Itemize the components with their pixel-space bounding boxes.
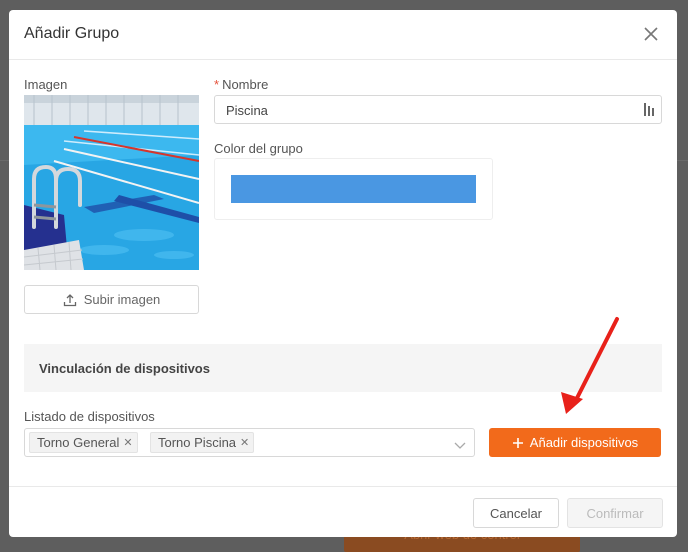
confirm-button: Confirmar: [567, 498, 663, 528]
keyboard-icon[interactable]: [643, 102, 655, 122]
modal-header: Añadir Grupo: [9, 10, 677, 60]
close-icon[interactable]: [639, 22, 663, 46]
required-mark: *: [214, 77, 220, 92]
device-tag-label: Torno Piscina: [158, 435, 237, 450]
device-tag: Torno Piscina ✕: [150, 432, 255, 453]
modal-footer: Cancelar Confirmar: [9, 486, 677, 537]
device-tag: Torno General ✕: [29, 432, 138, 453]
upload-image-label: Subir imagen: [83, 292, 161, 307]
plus-icon: [512, 437, 523, 448]
name-input-value: Piscina: [226, 103, 268, 118]
modal-title: Añadir Grupo: [24, 25, 120, 42]
group-color-label: Color del grupo: [214, 141, 303, 156]
device-multiselect[interactable]: Torno General ✕ Torno Piscina ✕: [24, 428, 475, 457]
devices-section-title: Vinculación de dispositivos: [39, 361, 210, 376]
device-list-label: Listado de dispositivos: [24, 409, 155, 424]
chevron-down-icon[interactable]: [454, 437, 466, 455]
backdrop-line: [0, 160, 9, 161]
group-color-picker[interactable]: [214, 158, 493, 220]
add-group-modal: Añadir Grupo Imagen Subir imagen * Nombr…: [9, 10, 677, 537]
add-devices-label: Añadir dispositivos: [529, 435, 639, 450]
group-image: [24, 95, 199, 270]
name-label: * Nombre: [214, 77, 268, 92]
remove-tag-icon[interactable]: ✕: [240, 436, 249, 449]
upload-image-button[interactable]: Subir imagen: [24, 285, 199, 314]
color-swatch[interactable]: [231, 175, 476, 203]
devices-section-header: Vinculación de dispositivos: [24, 344, 662, 392]
backdrop-line: [677, 160, 688, 161]
device-tag-label: Torno General: [37, 435, 120, 450]
upload-icon: [63, 293, 76, 306]
add-devices-button[interactable]: Añadir dispositivos: [489, 428, 661, 457]
name-label-text: Nombre: [222, 77, 269, 92]
cancel-button[interactable]: Cancelar: [473, 498, 559, 528]
name-input[interactable]: Piscina: [214, 95, 662, 124]
image-label: Imagen: [24, 77, 68, 92]
remove-tag-icon[interactable]: ✕: [123, 436, 132, 449]
